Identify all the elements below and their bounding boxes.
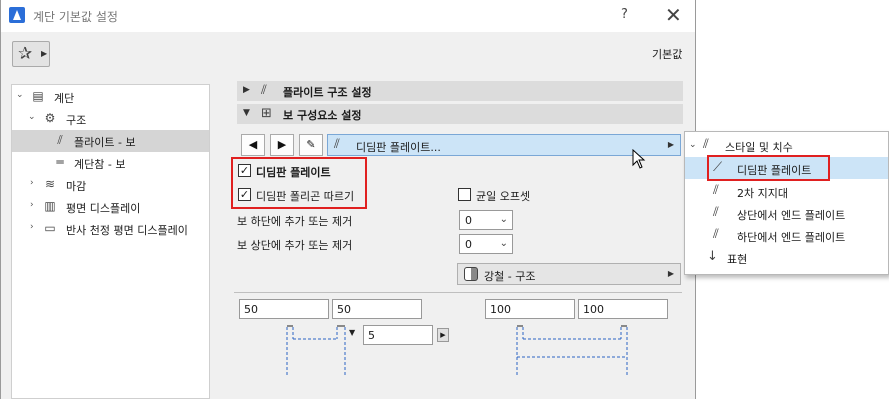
chevron-right-icon: ▶ bbox=[667, 269, 674, 278]
tree-item-flight-beam[interactable]: ⫽ 플라이트 - 보 bbox=[12, 130, 209, 152]
divider bbox=[234, 292, 682, 293]
style-dimensions-icon: ⫽ bbox=[703, 137, 709, 152]
beam-settings-panel: ▶ ⫽ 플라이트 구조 설정 ▼ ⊞ 보 구성요소 설정 ◀ ▶ ✎ ⫽ 디딤판… bbox=[229, 78, 689, 399]
end-plate-bottom-icon: ⫽ bbox=[713, 227, 719, 242]
dropdown-value: 0 bbox=[465, 214, 472, 227]
favorites-star-icon: ✰ bbox=[18, 44, 33, 64]
archicad-app-icon bbox=[9, 7, 25, 23]
flight-structure-icon: ⫽ bbox=[261, 83, 267, 98]
popup-item-label: 상단에서 엔드 플레이트 bbox=[737, 209, 846, 222]
stair-icon: ▤ bbox=[32, 89, 44, 103]
popup-item-end-plate-top[interactable]: ⫽ 상단에서 엔드 플레이트 bbox=[685, 202, 888, 224]
chevron-down-icon[interactable]: ⌄ bbox=[16, 90, 24, 100]
tree-item-finish[interactable]: › ≋ 마감 bbox=[12, 174, 209, 196]
help-button[interactable]: ? bbox=[621, 7, 628, 22]
chevron-down-icon: ⌄ bbox=[499, 238, 508, 249]
chevron-right-icon[interactable]: › bbox=[30, 222, 34, 232]
popup-item-label: 2차 지지대 bbox=[737, 187, 788, 200]
chevron-down-icon: ⌄ bbox=[689, 140, 697, 150]
chevron-down-icon: ▼ bbox=[243, 108, 250, 118]
landing-beam-icon: ═ bbox=[56, 155, 64, 169]
mouse-cursor-icon bbox=[632, 149, 646, 169]
section-beam-components[interactable]: ▼ ⊞ 보 구성요소 설정 bbox=[237, 104, 683, 124]
next-button[interactable]: ▶ bbox=[270, 134, 294, 156]
material-label: 강철 - 구조 bbox=[484, 270, 536, 283]
component-popup-menu: ⌄ ⫽ 스타일 및 치수 ⟋ 디딤판 플레이트 ⫽ 2차 지지대 ⫽ 상단에서 … bbox=[684, 131, 889, 275]
beam-bottom-dropdown[interactable]: 0 ⌄ bbox=[459, 210, 513, 230]
finish-icon: ≋ bbox=[44, 177, 56, 191]
tree-item-label: 반사 천정 평면 디스플레이 bbox=[66, 224, 188, 237]
beam-top-label: 보 상단에 추가 또는 제거 bbox=[237, 239, 353, 252]
section-title: 보 구성요소 설정 bbox=[283, 109, 362, 122]
material-icon bbox=[464, 267, 478, 281]
section-flight-structure[interactable]: ▶ ⫽ 플라이트 구조 설정 bbox=[237, 81, 683, 101]
chevron-right-icon[interactable]: › bbox=[30, 178, 34, 188]
previous-button[interactable]: ◀ bbox=[241, 134, 265, 156]
popup-item-representation[interactable]: ↓ 표현 bbox=[685, 246, 888, 268]
uniform-offset-checkbox[interactable]: 균일 오프셋 bbox=[458, 186, 558, 204]
dropdown-value: 0 bbox=[465, 238, 472, 251]
popup-item-label: 하단에서 엔드 플레이트 bbox=[737, 231, 846, 244]
tree-item-label: 구조 bbox=[66, 114, 87, 127]
chevron-right-icon[interactable]: › bbox=[30, 200, 34, 210]
tree-item-structure[interactable]: ⌄ ⚙ 구조 bbox=[12, 108, 209, 130]
highlight-outline bbox=[707, 155, 830, 181]
chevron-right-icon: ▶ bbox=[41, 49, 48, 58]
popup-item-end-plate-bottom[interactable]: ⫽ 하단에서 엔드 플레이트 bbox=[685, 224, 888, 246]
tree-item-landing-beam[interactable]: ═ 계단참 - 보 bbox=[12, 152, 209, 174]
chevron-right-icon: ▶ bbox=[667, 140, 674, 149]
material-select[interactable]: 강철 - 구조 ▶ bbox=[457, 263, 681, 285]
tree-item-stair[interactable]: ⌄ ▤ 계단 bbox=[12, 86, 209, 108]
right-section-sketch bbox=[516, 325, 628, 377]
left-section-sketch: ▼ bbox=[286, 325, 356, 377]
secondary-support-icon: ⫽ bbox=[713, 183, 719, 198]
chevron-down-icon[interactable]: ⌄ bbox=[28, 112, 36, 122]
tree-item-rcp-display[interactable]: › ▭ 반사 천정 평면 디스플레이 bbox=[12, 218, 209, 240]
right-width-field-b[interactable]: 100 bbox=[578, 299, 668, 319]
stair-default-settings-dialog: 계단 기본값 설정 ? ✕ ✰ ▶ 기본값 ⌄ ▤ 계단 ⌄ ⚙ 구조 ⫽ 플라… bbox=[0, 0, 696, 399]
close-button[interactable]: ✕ bbox=[665, 3, 682, 27]
component-select-label: 디딤판 플레이트... bbox=[356, 141, 441, 154]
chevron-right-icon: ▶ bbox=[243, 85, 250, 95]
floor-plan-icon: ▥ bbox=[44, 199, 56, 213]
checkbox[interactable] bbox=[458, 188, 471, 201]
step-arrow-button[interactable]: ▶ bbox=[437, 328, 449, 342]
step-field[interactable]: 5 bbox=[363, 325, 433, 345]
left-width-field-b[interactable]: 50 bbox=[332, 299, 422, 319]
popup-item-label: 표현 bbox=[727, 253, 748, 266]
chevron-down-icon: ⌄ bbox=[499, 214, 508, 225]
tread-plate-icon: ⫽ bbox=[334, 137, 340, 152]
end-plate-top-icon: ⫽ bbox=[713, 205, 719, 220]
popup-item-label: 스타일 및 치수 bbox=[725, 141, 793, 154]
popup-item-secondary-support[interactable]: ⫽ 2차 지지대 bbox=[685, 180, 888, 202]
beam-components-icon: ⊞ bbox=[261, 106, 272, 121]
flight-beam-icon: ⫽ bbox=[57, 133, 63, 147]
tree-item-label: 마감 bbox=[66, 180, 87, 193]
pen-icon: ↓ bbox=[707, 249, 718, 264]
highlight-outline bbox=[231, 157, 367, 209]
checkbox-label: 균일 오프셋 bbox=[476, 190, 531, 203]
settings-tree: ⌄ ▤ 계단 ⌄ ⚙ 구조 ⫽ 플라이트 - 보 ═ 계단참 - 보 › ≋ 마… bbox=[11, 84, 210, 399]
ceiling-plan-icon: ▭ bbox=[44, 221, 56, 235]
beam-bottom-label: 보 하단에 추가 또는 제거 bbox=[237, 215, 353, 228]
component-select[interactable]: ⫽ 디딤판 플레이트... ▶ bbox=[327, 134, 681, 156]
popup-item-style-dimensions[interactable]: ⌄ ⫽ 스타일 및 치수 bbox=[685, 134, 888, 156]
default-label: 기본값 bbox=[652, 48, 683, 61]
left-width-field-a[interactable]: 50 bbox=[239, 299, 329, 319]
tree-item-label: 평면 디스플레이 bbox=[66, 202, 141, 215]
favorites-button[interactable]: ✰ ▶ bbox=[12, 41, 50, 67]
section-title: 플라이트 구조 설정 bbox=[283, 86, 372, 99]
beam-top-dropdown[interactable]: 0 ⌄ bbox=[459, 234, 513, 254]
tree-item-label: 계단 bbox=[54, 92, 75, 105]
tree-item-floor-plan-display[interactable]: › ▥ 평면 디스플레이 bbox=[12, 196, 209, 218]
window-title: 계단 기본값 설정 bbox=[33, 10, 118, 24]
title-bar: 계단 기본값 설정 ? ✕ bbox=[1, 0, 695, 32]
tree-item-label: 계단참 - 보 bbox=[74, 158, 126, 171]
tree-item-label: 플라이트 - 보 bbox=[74, 136, 136, 149]
edit-button[interactable]: ✎ bbox=[299, 134, 323, 156]
svg-text:▼: ▼ bbox=[349, 328, 356, 337]
right-width-field-a[interactable]: 100 bbox=[485, 299, 575, 319]
structure-icon: ⚙ bbox=[44, 111, 56, 125]
